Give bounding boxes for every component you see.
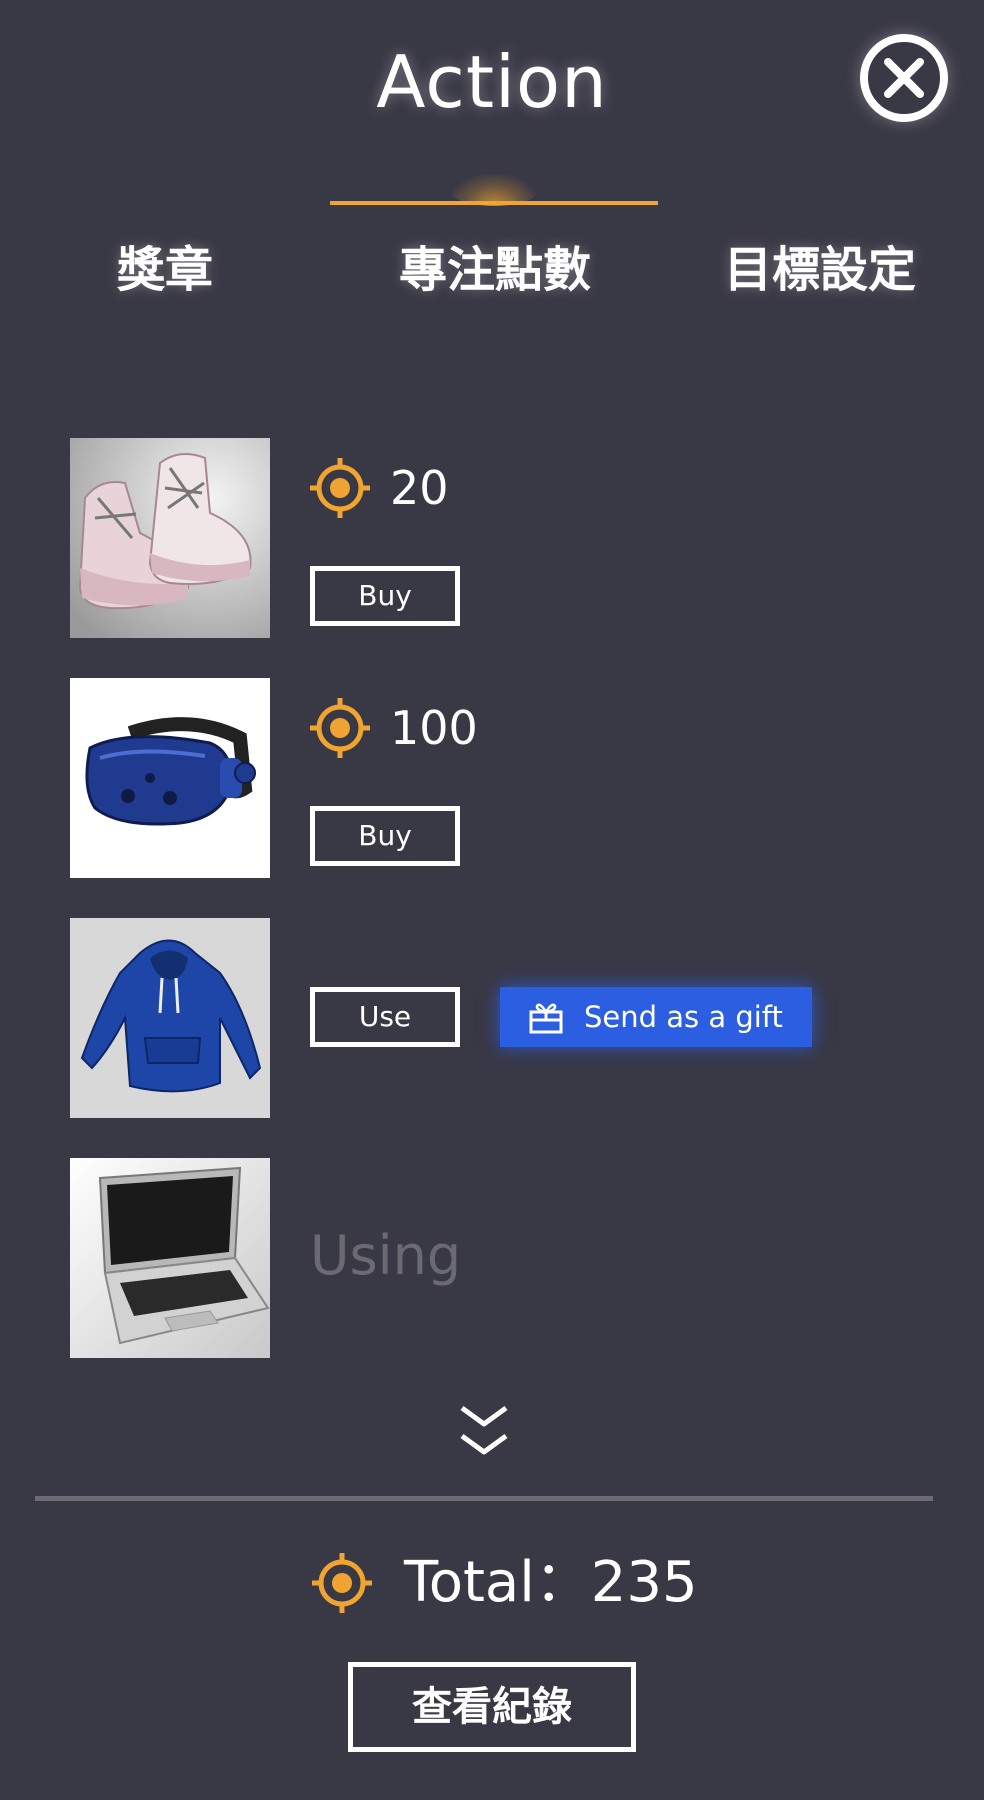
page-title: Action xyxy=(376,40,608,124)
buy-button[interactable]: Buy xyxy=(310,566,460,626)
shop-item-sneakers: 20 Buy xyxy=(70,438,940,638)
use-button[interactable]: Use xyxy=(310,987,460,1047)
target-icon xyxy=(312,1553,372,1613)
send-as-gift-label: Send as a gift xyxy=(584,1000,783,1034)
laptop-image xyxy=(70,1158,270,1358)
active-tab-indicator xyxy=(330,201,658,205)
tab-badges[interactable]: 獎章 xyxy=(60,230,270,298)
footer-divider xyxy=(35,1496,933,1501)
price-value: 20 xyxy=(390,461,449,515)
tab-focus-points[interactable]: 專注點數 xyxy=(370,230,620,298)
view-history-button[interactable]: 查看紀錄 xyxy=(348,1662,636,1752)
points-shop-screen: Action 獎章 專注點數 目標設定 20 Buy 100 Buy Use S… xyxy=(0,0,984,1800)
target-icon xyxy=(310,458,370,518)
hoodie-image xyxy=(70,918,270,1118)
sneakers-image xyxy=(70,438,270,638)
shop-item-vr-headset: 100 Buy xyxy=(70,678,940,878)
total-points-label: Total：235 xyxy=(404,1550,698,1615)
send-as-gift-button[interactable]: Send as a gift xyxy=(500,987,812,1047)
double-chevron-down-icon[interactable] xyxy=(458,1402,510,1460)
target-icon xyxy=(310,698,370,758)
close-button[interactable] xyxy=(860,34,948,122)
price-value: 100 xyxy=(390,701,478,755)
gift-icon xyxy=(529,1003,563,1034)
close-icon xyxy=(884,58,924,98)
using-status: Using xyxy=(310,1224,462,1287)
vr-headset-image xyxy=(70,678,270,878)
shop-item-laptop: Using xyxy=(70,1158,940,1358)
shop-item-hoodie: Use Send as a gift xyxy=(70,918,940,1118)
buy-button[interactable]: Buy xyxy=(310,806,460,866)
tab-goal-settings[interactable]: 目標設定 xyxy=(700,230,940,298)
